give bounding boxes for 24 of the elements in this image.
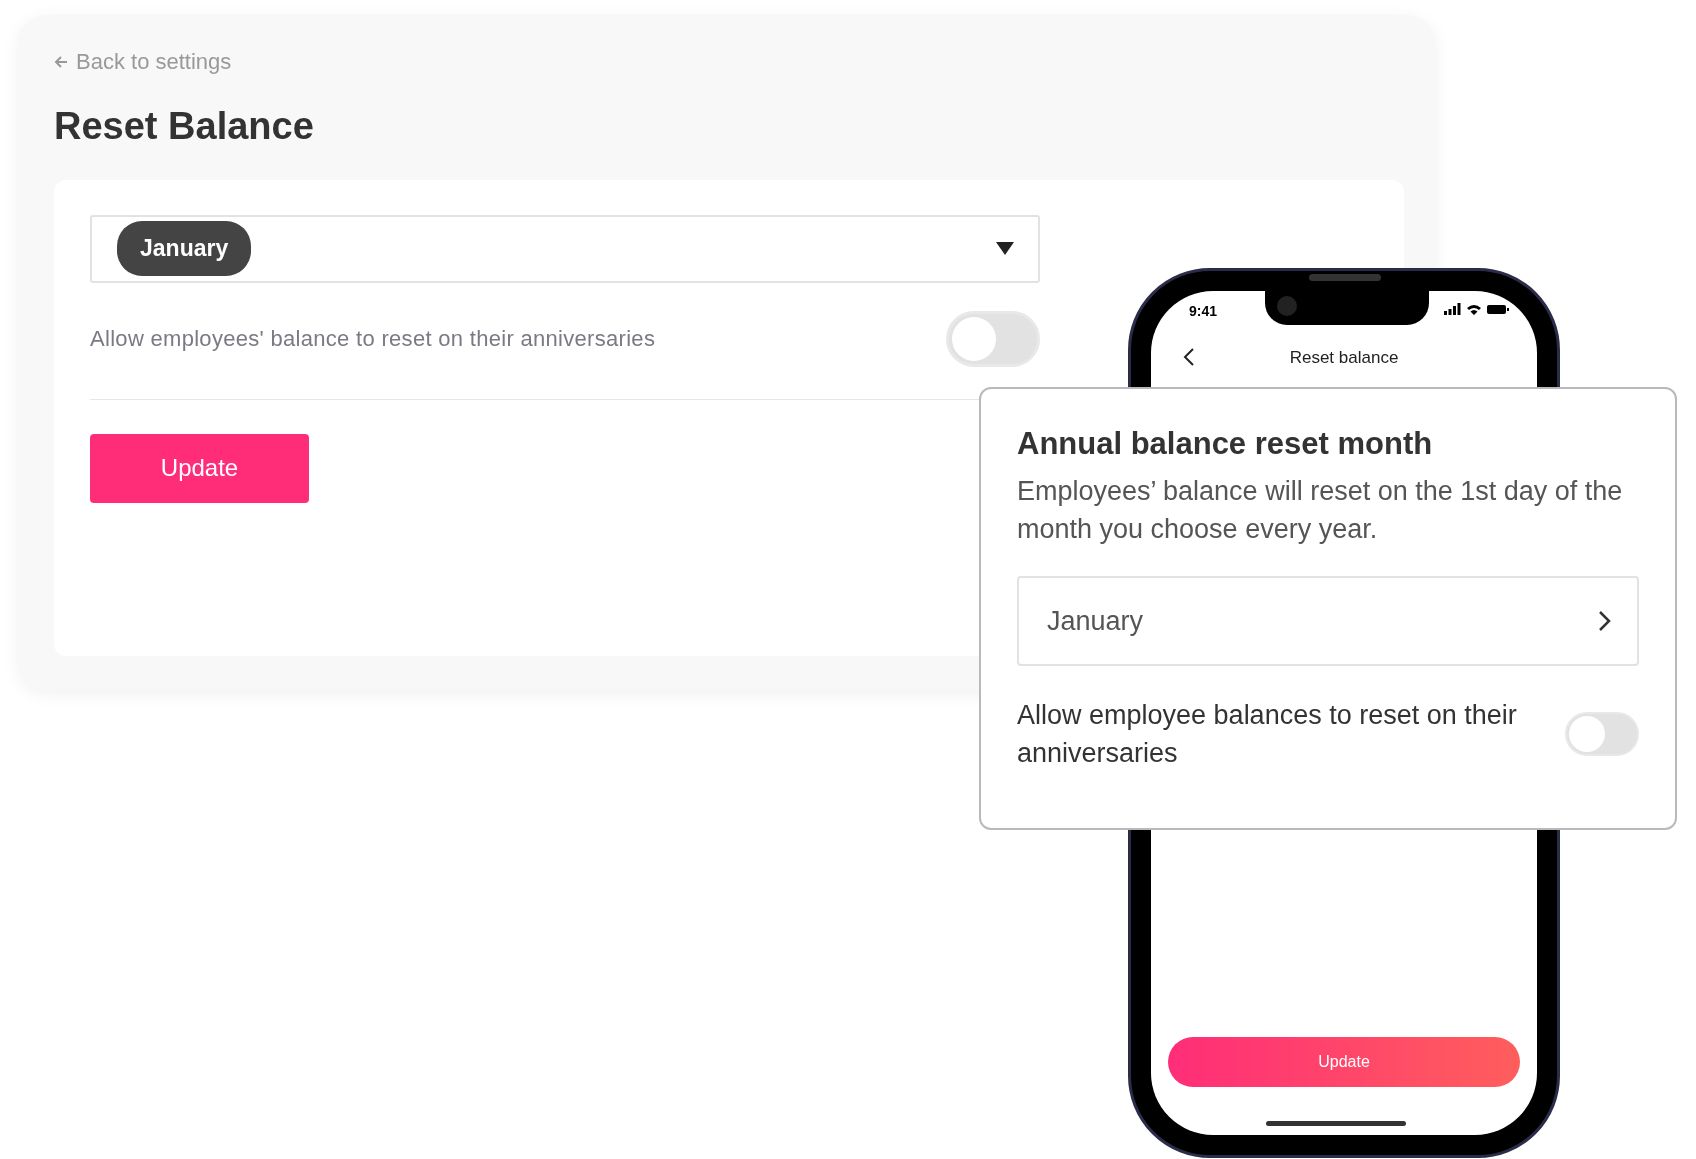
status-time: 9:41 [1189, 302, 1218, 321]
screen-title: Reset balance [1289, 348, 1399, 367]
chevron-right-icon [1598, 610, 1611, 633]
update-button[interactable]: Update [1168, 1037, 1520, 1087]
camera-lens [1277, 296, 1297, 316]
back-arrow-icon [54, 54, 68, 69]
update-button[interactable]: Update [90, 433, 309, 503]
month-value: January [1047, 604, 1144, 638]
wifi-icon [1467, 303, 1481, 315]
toggle-switch[interactable] [1565, 712, 1639, 757]
page-title: Reset Balance [54, 104, 315, 149]
back-link[interactable]: Back to settings [54, 45, 232, 78]
toggle-label: Allow employees' balance to reset on their anniversaries [90, 325, 656, 354]
toggle-label: Allow employee balances to reset on their anniversaries [1017, 699, 1518, 771]
speaker-grille [1309, 274, 1381, 281]
month-field[interactable]: January [1017, 576, 1639, 667]
month-select[interactable]: January [90, 214, 1040, 283]
battery-icon [1487, 304, 1509, 314]
dropdown-caret-icon [996, 242, 1014, 256]
selected-month-chip: January [117, 221, 252, 276]
signal-icon [1444, 303, 1461, 315]
popup-title: Annual balance reset month [1017, 425, 1434, 463]
popup-description: Employees’ balance will reset on the 1st day of the month you choose every year. [1017, 475, 1624, 547]
back-icon[interactable] [1183, 347, 1195, 367]
